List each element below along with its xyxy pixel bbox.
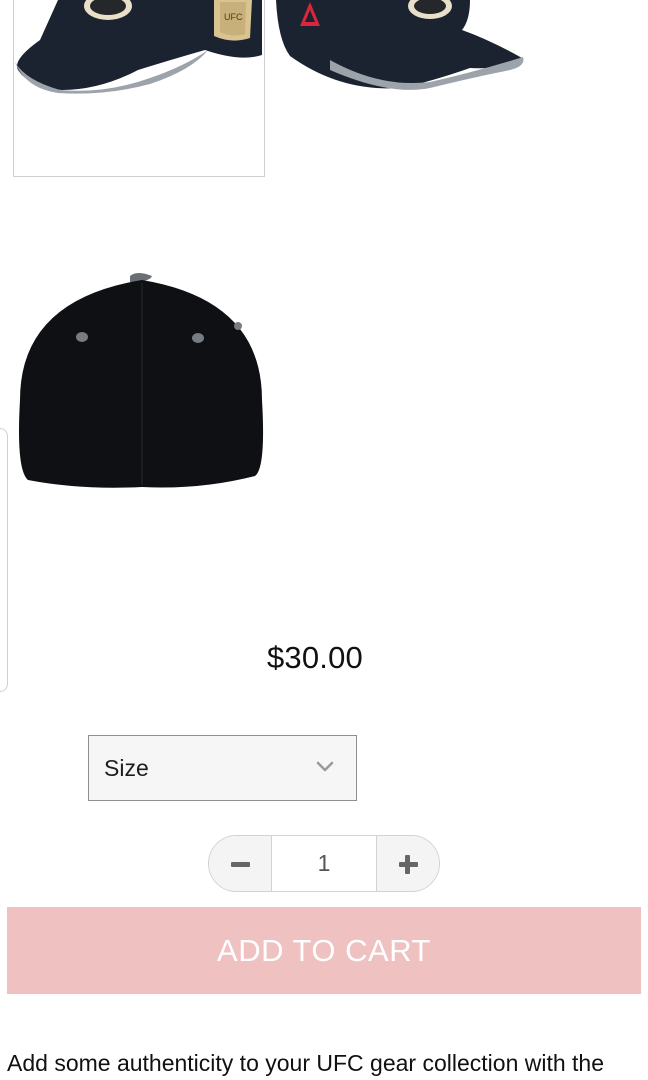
chevron-down-icon (316, 761, 334, 772)
add-to-cart-button[interactable]: ADD TO CART (7, 907, 641, 994)
product-price: $30.00 (266, 640, 364, 675)
product-gallery: UFC (15, 0, 524, 488)
minus-icon (231, 862, 250, 867)
product-description: Add some authenticity to your UFC gear c… (7, 1050, 605, 1076)
quantity-decrease-button[interactable] (209, 836, 272, 891)
product-image-cap-left[interactable]: UFC (15, 0, 262, 94)
size-select[interactable]: Size (88, 735, 357, 801)
size-select-label: Size (104, 755, 149, 781)
quantity-increase-button[interactable] (376, 836, 439, 891)
product-image-cap-back[interactable] (19, 273, 264, 488)
svg-text:UFC: UFC (224, 12, 243, 22)
product-image-cap-right[interactable] (276, 0, 524, 90)
quantity-input[interactable]: 1 (271, 836, 377, 891)
quantity-stepper: 1 (208, 835, 440, 892)
